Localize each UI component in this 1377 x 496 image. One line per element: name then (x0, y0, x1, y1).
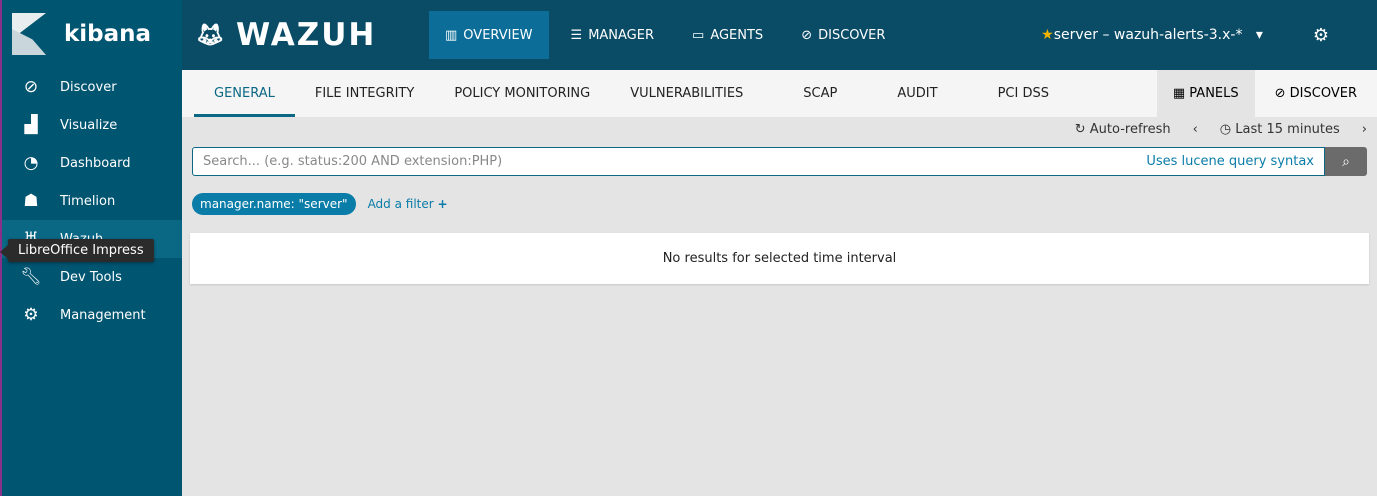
monitor-icon: ▭ (692, 27, 705, 43)
filter-pill[interactable]: manager.name: "server" (192, 193, 356, 215)
sidebar-item-label: Dev Tools (60, 269, 122, 285)
tab-agents[interactable]: ▭ AGENTS (676, 11, 779, 59)
sidebar-item-label: Dashboard (60, 155, 131, 171)
bar-chart-icon: ▟ (24, 115, 38, 135)
tab-label: AGENTS (710, 27, 764, 43)
chevron-left-icon[interactable]: ‹ (1193, 122, 1198, 137)
no-results-message: No results for selected time interval (662, 251, 897, 266)
search-placeholder: Search... (e.g. status:200 AND extension… (203, 154, 503, 169)
settings-gear-icon[interactable]: ⚙ (1313, 25, 1329, 46)
wrench-icon: 🔧︎ (20, 267, 42, 287)
tab-pci-dss[interactable]: PCI DSS (978, 70, 1069, 117)
refresh-icon: ↻ (1074, 122, 1090, 137)
search-button[interactable]: ⌕ (1325, 147, 1367, 176)
time-range-label: Last 15 minutes (1235, 122, 1340, 137)
kibana-logo-icon (12, 13, 46, 55)
tab-label: MANAGER (588, 27, 655, 43)
gear-icon: ⚙ (23, 305, 39, 325)
caret-down-icon: ▾ (1255, 27, 1263, 43)
add-filter-label: Add a filter (367, 197, 434, 211)
time-range-button[interactable]: ◷ Last 15 minutes (1220, 122, 1340, 137)
wazuh-brand: WAZUH (235, 17, 377, 53)
auto-refresh-button[interactable]: ↻ Auto-refresh (1075, 122, 1171, 137)
tooltip: LibreOffice Impress (0, 239, 154, 262)
sidebar-item-visualize[interactable]: ▟ Visualize (2, 106, 182, 144)
search-bar: Search... (e.g. status:200 AND extension… (192, 147, 1367, 176)
dashboard-icon: ◔ (23, 153, 39, 173)
tab-policy-monitoring[interactable]: POLICY MONITORING (434, 70, 610, 117)
clock-icon: ◷ (1219, 122, 1236, 137)
wazuh-fox-icon: 🦊︎ (196, 22, 226, 48)
tab-vulnerabilities[interactable]: VULNERABILITIES (610, 70, 783, 117)
sidebar-item-timelion[interactable]: ☗ Timelion (2, 182, 182, 220)
sidebar-item-label: Management (60, 307, 146, 323)
tab-overview[interactable]: ▥ OVERVIEW (429, 11, 549, 59)
add-filter-link[interactable]: Add a filter + (368, 197, 448, 211)
no-results-panel: No results for selected time interval (190, 233, 1369, 284)
panels-label: PANELS (1189, 86, 1239, 101)
discover-button[interactable]: ⊘ DISCOVER (1254, 70, 1377, 117)
module-tabs: GENERAL FILE INTEGRITY POLICY MONITORING… (182, 70, 1377, 117)
panels-button[interactable]: ▦ PANELS (1156, 70, 1255, 117)
top-bar: 🦊︎ WAZUH ▥ OVERVIEW ☰ MANAGER ▭ AGENTS ⊘ DISC… (182, 0, 1377, 70)
tab-file-integrity[interactable]: FILE INTEGRITY (295, 70, 434, 117)
time-bar: ↻ Auto-refresh ‹ ◷ Last 15 minutes › (1075, 122, 1367, 137)
tab-discover[interactable]: ⊘ DISCOVER (785, 11, 901, 59)
bear-icon: ☗ (23, 191, 39, 211)
sidebar-item-discover[interactable]: ⊘ Discover (2, 68, 182, 106)
star-icon: ★ (1041, 27, 1054, 43)
filter-bar: manager.name: "server" Add a filter + (192, 193, 448, 215)
sidebar-item-label: Discover (60, 79, 117, 95)
sidebar-item-label: Visualize (60, 117, 118, 133)
lucene-syntax-link[interactable]: Uses lucene query syntax (1146, 154, 1314, 169)
sidebar-item-label: Timelion (60, 193, 116, 209)
plus-icon: + (437, 197, 448, 211)
sidebar-item-dev-tools[interactable]: 🔧︎ Dev Tools (2, 258, 182, 296)
brand-name: kibana (64, 21, 152, 47)
bar-chart-icon: ▥ (445, 27, 458, 43)
kibana-logo[interactable]: kibana (2, 0, 182, 68)
list-icon: ☰ (570, 27, 583, 43)
discover-label: DISCOVER (1289, 86, 1357, 101)
auto-refresh-label: Auto-refresh (1089, 122, 1171, 137)
search-icon: ⌕ (1342, 153, 1350, 170)
sidebar-item-dashboard[interactable]: ◔ Dashboard (2, 144, 182, 182)
tab-scap[interactable]: SCAP (783, 70, 877, 117)
compass-icon: ⊘ (801, 27, 813, 43)
compass-icon: ⊘ (23, 77, 39, 97)
tab-label: DISCOVER (818, 27, 886, 43)
compass-icon: ⊘ (1274, 86, 1290, 101)
tab-manager[interactable]: ☰ MANAGER (555, 11, 670, 59)
chevron-right-icon[interactable]: › (1362, 122, 1367, 137)
tab-label: OVERVIEW (463, 27, 533, 43)
index-pattern-selector[interactable]: ★server – wazuh-alerts-3.x-* ▾ (1041, 27, 1263, 43)
index-pattern: server – wazuh-alerts-3.x-* (1053, 27, 1243, 43)
wazuh-logo[interactable]: 🦊︎ WAZUH (196, 17, 429, 53)
grid-icon: ▦ (1172, 86, 1190, 101)
tab-audit[interactable]: AUDIT (877, 70, 977, 117)
tab-general[interactable]: GENERAL (194, 70, 295, 117)
search-input[interactable]: Search... (e.g. status:200 AND extension… (192, 147, 1325, 176)
sidebar-item-management[interactable]: ⚙ Management (2, 296, 182, 334)
